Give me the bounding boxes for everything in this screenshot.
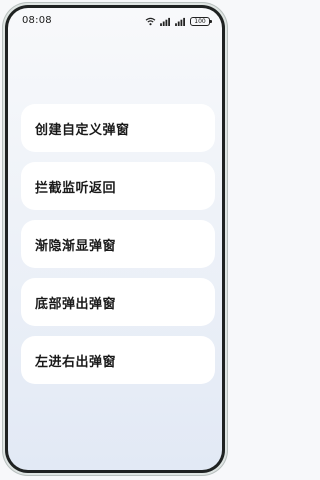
menu-item-label: 创建自定义弹窗 xyxy=(35,122,130,138)
signal-icon xyxy=(160,17,170,26)
status-time: 08:08 xyxy=(22,15,52,26)
battery-level: 100 xyxy=(194,17,206,25)
status-bar: 08:08 100 xyxy=(8,8,222,36)
menu-item-label: 左进右出弹窗 xyxy=(35,354,117,370)
signal-icon xyxy=(175,17,185,26)
phone-bezel: 08:08 100 创建自定义弹窗 拦截监听返回 渐隐渐显弹窗 底部弹出弹窗 左… xyxy=(5,5,225,473)
menu-item-custom-dialog[interactable]: 创建自定义弹窗 xyxy=(21,104,215,152)
phone-frame: 08:08 100 创建自定义弹窗 拦截监听返回 渐隐渐显弹窗 底部弹出弹窗 左… xyxy=(2,2,228,476)
menu-item-intercept-back[interactable]: 拦截监听返回 xyxy=(21,162,215,210)
battery-icon: 100 xyxy=(190,16,212,26)
app-screen: 08:08 100 创建自定义弹窗 拦截监听返回 渐隐渐显弹窗 底部弹出弹窗 左… xyxy=(8,8,222,470)
menu-item-fade-dialog[interactable]: 渐隐渐显弹窗 xyxy=(21,220,215,268)
status-icons: 100 xyxy=(145,16,212,26)
menu-item-label: 底部弹出弹窗 xyxy=(35,296,117,312)
wifi-icon xyxy=(145,17,156,25)
menu-item-slide-dialog[interactable]: 左进右出弹窗 xyxy=(21,336,215,384)
menu-item-label: 渐隐渐显弹窗 xyxy=(35,238,117,254)
menu-item-bottom-dialog[interactable]: 底部弹出弹窗 xyxy=(21,278,215,326)
menu-item-label: 拦截监听返回 xyxy=(35,180,117,196)
dialog-menu: 创建自定义弹窗 拦截监听返回 渐隐渐显弹窗 底部弹出弹窗 左进右出弹窗 xyxy=(21,104,215,394)
